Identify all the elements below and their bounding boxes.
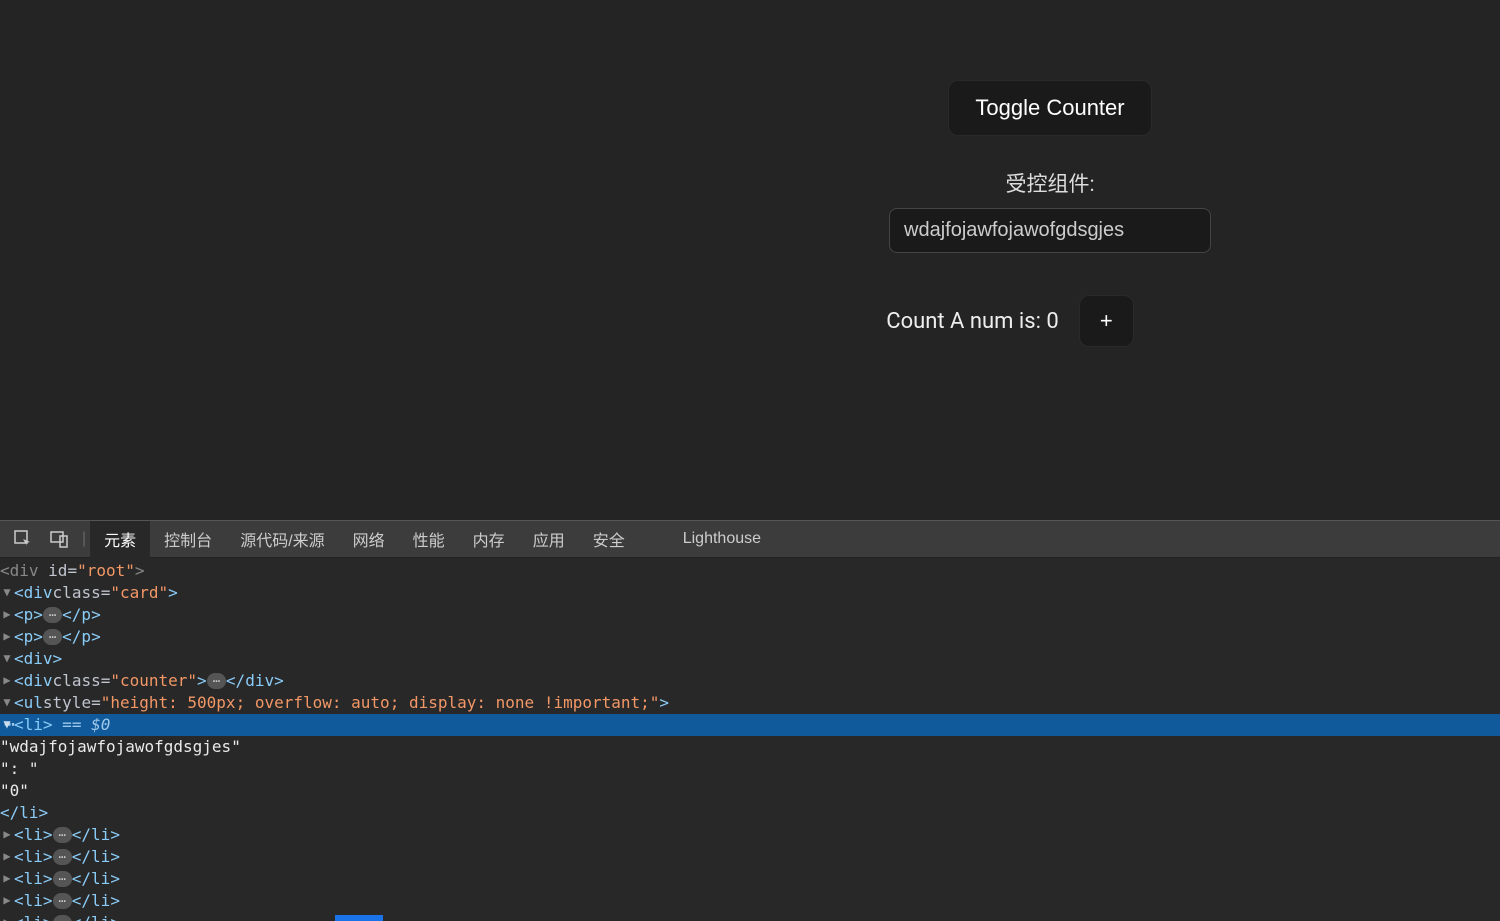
dom-node[interactable]: ▼<ul style="height: 500px; overflow: aut… xyxy=(0,692,1500,714)
dom-node[interactable]: ▶<li>⋯</li> xyxy=(0,912,1500,921)
dom-node[interactable]: ▶<li>⋯</li> xyxy=(0,824,1500,846)
tab-sources[interactable]: 源代码/来源 xyxy=(226,520,338,558)
dom-node[interactable]: <div id="root"> xyxy=(0,560,1500,582)
dom-text-node[interactable]: "0" xyxy=(0,780,1500,802)
tab-memory[interactable]: 内存 xyxy=(459,520,519,558)
dom-node[interactable]: ▶<p>⋯</p> xyxy=(0,626,1500,648)
counter-row: Count A num is: 0 + xyxy=(886,295,1134,347)
tab-lighthouse[interactable]: Lighthouse xyxy=(669,520,775,558)
divider: | xyxy=(82,530,86,548)
dom-node[interactable]: ▶<li>⋯</li> xyxy=(0,890,1500,912)
tab-security[interactable]: 安全 xyxy=(579,520,639,558)
app-preview-pane: Toggle Counter 受控组件: Count A num is: 0 + xyxy=(0,0,1500,520)
toggle-counter-button[interactable]: Toggle Counter xyxy=(948,80,1151,136)
controlled-text-input[interactable] xyxy=(889,208,1211,253)
dom-node[interactable]: ▶<li>⋯</li> xyxy=(0,846,1500,868)
tab-application[interactable]: 应用 xyxy=(519,520,579,558)
devtools-panel: | 元素 控制台 源代码/来源 网络 性能 内存 应用 安全 Lighthous… xyxy=(0,520,1500,921)
inspect-element-icon[interactable] xyxy=(8,524,38,554)
device-toggle-icon[interactable] xyxy=(44,524,74,554)
elements-tree[interactable]: <div id="root"> ▼<div class="card"> ▶<p>… xyxy=(0,558,1500,921)
dom-node[interactable]: ▶<li>⋯</li> xyxy=(0,868,1500,890)
dom-node[interactable]: ▼<div> xyxy=(0,648,1500,670)
tab-performance[interactable]: 性能 xyxy=(399,520,459,558)
count-display: Count A num is: 0 xyxy=(886,309,1059,334)
dom-node-close[interactable]: </li> xyxy=(0,802,1500,824)
dom-node[interactable]: ▼<div class="card"> xyxy=(0,582,1500,604)
dom-text-node[interactable]: ": " xyxy=(0,758,1500,780)
dom-node[interactable]: ▶<p>⋯</p> xyxy=(0,604,1500,626)
increment-button[interactable]: + xyxy=(1079,295,1134,347)
tab-network[interactable]: 网络 xyxy=(339,520,399,558)
tab-console[interactable]: 控制台 xyxy=(150,520,226,558)
selection-marker: == $0 xyxy=(53,714,111,736)
controlled-component-label: 受控组件: xyxy=(1005,168,1094,198)
bottom-indicator xyxy=(335,915,383,921)
dom-node[interactable]: ▶<div class="counter">⋯</div> xyxy=(0,670,1500,692)
dom-text-node[interactable]: "wdajfojawfojawofgdsgjes" xyxy=(0,736,1500,758)
dom-node-selected[interactable]: ▼<li> == $0 xyxy=(0,714,1500,736)
devtools-tabbar: | 元素 控制台 源代码/来源 网络 性能 内存 应用 安全 Lighthous… xyxy=(0,520,1500,558)
tab-elements[interactable]: 元素 xyxy=(90,521,150,559)
app-content: Toggle Counter 受控组件: Count A num is: 0 + xyxy=(850,80,1250,347)
